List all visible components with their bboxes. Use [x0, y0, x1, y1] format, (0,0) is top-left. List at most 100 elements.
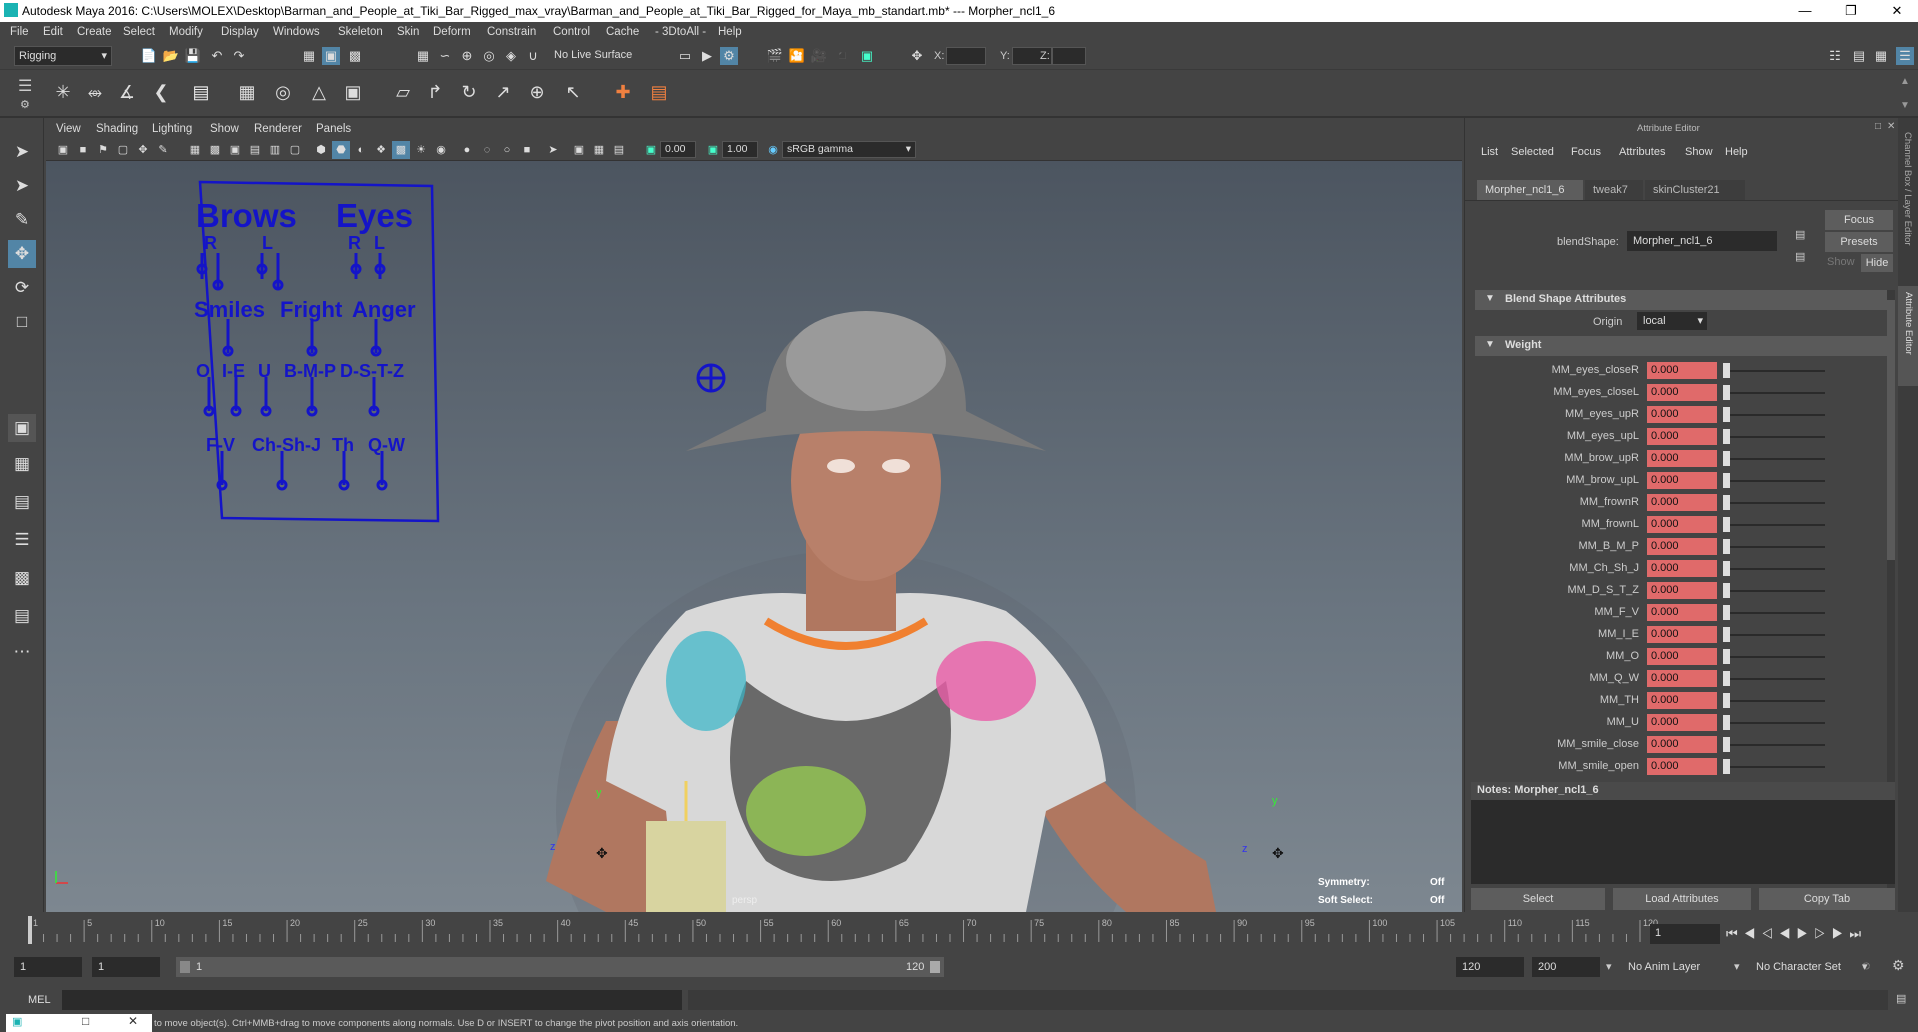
more-layouts-icon[interactable]: ⋯ [8, 638, 36, 666]
float-panel-icon[interactable]: □ [1875, 121, 1881, 132]
menu-file[interactable]: File [10, 26, 29, 38]
scale-tool-icon[interactable]: □ [8, 308, 36, 336]
current-frame-field[interactable]: 1 [1650, 924, 1720, 944]
grease-pencil-icon[interactable]: ✎ [154, 141, 172, 159]
menu-select[interactable]: Select [123, 26, 155, 38]
vp-menu-show[interactable]: Show [210, 123, 239, 135]
weight-slider-track[interactable] [1725, 546, 1825, 548]
render-settings-icon[interactable]: ⚙ [720, 47, 738, 65]
new-scene-icon[interactable]: 📄 [140, 47, 158, 65]
weight-slider-track[interactable] [1725, 524, 1825, 526]
menu-cache[interactable]: Cache [606, 26, 639, 38]
weight-value-field[interactable]: 0.000 [1647, 560, 1717, 577]
render-preview-icon[interactable]: ▣ [858, 47, 876, 65]
snap-curve-icon[interactable]: ∽ [436, 47, 454, 65]
exposure-field[interactable]: 0.00 [660, 141, 696, 158]
blend-shape-attributes-section[interactable]: ▼ Blend Shape Attributes [1475, 290, 1887, 310]
weight-value-field[interactable]: 0.000 [1647, 428, 1717, 445]
lattice-icon[interactable]: ◎ [270, 78, 296, 106]
weight-slider-handle[interactable] [1723, 407, 1730, 422]
bookmark-icon[interactable]: ⚑ [94, 141, 112, 159]
ae-menu-selected[interactable]: Selected [1511, 146, 1554, 158]
step-forward-key-icon[interactable]: ▶ [1832, 926, 1850, 941]
gamma-field[interactable]: 1.00 [722, 141, 758, 158]
presets-button[interactable]: Presets [1825, 232, 1893, 252]
tab-skincluster21[interactable]: skinCluster21 [1645, 180, 1745, 200]
resolution-gate-icon[interactable]: ▣ [226, 141, 244, 159]
orient-constraint-icon[interactable]: ↻ [456, 78, 482, 106]
vp-menu-shading[interactable]: Shading [96, 123, 138, 135]
use-all-lights-icon[interactable]: ☀ [412, 141, 430, 159]
rotate-tool-icon[interactable]: ⟳ [8, 274, 36, 302]
weight-value-field[interactable]: 0.000 [1647, 648, 1717, 665]
weight-slider-track[interactable] [1725, 502, 1825, 504]
menu-create[interactable]: Create [77, 26, 112, 38]
hypergraph-layout-icon[interactable]: ▩ [8, 564, 36, 592]
shadows-icon[interactable]: ◉ [432, 141, 450, 159]
render-layout-icon[interactable]: ▤ [8, 602, 36, 630]
tab-tweak7[interactable]: tweak7 [1585, 180, 1643, 200]
range-end-handle[interactable] [930, 961, 940, 973]
weight-slider-handle[interactable] [1723, 737, 1730, 752]
textured-icon[interactable]: ▩ [392, 141, 410, 159]
anim-start-field[interactable]: 1 [14, 957, 82, 977]
menu-help[interactable]: Help [718, 26, 742, 38]
isolate-select-icon[interactable]: ➤ [544, 141, 562, 159]
vp-menu-panels[interactable]: Panels [316, 123, 351, 135]
render-frame-icon[interactable]: 🎦 [788, 47, 806, 65]
bind-skin-icon[interactable]: ▤ [188, 78, 214, 106]
motion-blur-icon[interactable]: ◌ [478, 141, 496, 159]
pole-vector-icon[interactable]: ↖ [560, 78, 586, 106]
weight-slider-track[interactable] [1725, 370, 1825, 372]
weight-value-field[interactable]: 0.000 [1647, 384, 1717, 401]
weight-slider-handle[interactable] [1723, 495, 1730, 510]
construction-history-icon[interactable]: ▶ [698, 47, 716, 65]
safe-action-icon[interactable]: ▢ [286, 141, 304, 159]
vp-menu-renderer[interactable]: Renderer [254, 123, 302, 135]
input-ops-icon[interactable]: ▭ [676, 47, 694, 65]
wrap-deformer-icon[interactable]: △ [306, 78, 332, 106]
minimized-window[interactable]: ▣ □ ✕ [6, 1014, 152, 1032]
weight-value-field[interactable]: 0.000 [1647, 692, 1717, 709]
weight-value-field[interactable]: 0.000 [1647, 362, 1717, 379]
weight-slider-track[interactable] [1725, 744, 1825, 746]
step-forward-frame-icon[interactable]: ▷ [1814, 926, 1832, 941]
weight-value-field[interactable]: 0.000 [1647, 714, 1717, 731]
two-d-pan-icon[interactable]: ✥ [134, 141, 152, 159]
magnet-icon[interactable]: ∪ [524, 47, 542, 65]
close-panel-icon[interactable]: ✕ [1887, 121, 1895, 132]
origin-dropdown[interactable]: local ▾ [1637, 312, 1707, 330]
weight-slider-handle[interactable] [1723, 539, 1730, 554]
field-chart-icon[interactable]: ▥ [266, 141, 284, 159]
time-ruler[interactable]: 1 5 10 15 20 25 30 35 40 45 50 55 60 65 70 75 80 85 90 95 10… [20, 912, 1670, 948]
aim-constraint-icon[interactable]: ↱ [422, 78, 448, 106]
cluster-icon[interactable]: ▦ [234, 78, 260, 106]
playback-end-field[interactable]: 120 [1456, 957, 1524, 977]
load-output-icon[interactable]: ▤ [1795, 250, 1805, 263]
select-button[interactable]: Select [1471, 888, 1605, 910]
weight-slider-handle[interactable] [1723, 693, 1730, 708]
weight-slider-handle[interactable] [1723, 385, 1730, 400]
minimize-button[interactable]: — [1782, 0, 1828, 22]
scale-constraint-icon[interactable]: ↗ [490, 78, 516, 106]
snap-view-icon[interactable]: ◎ [480, 47, 498, 65]
weight-slider-handle[interactable] [1723, 429, 1730, 444]
weight-slider-handle[interactable] [1723, 561, 1730, 576]
point-constraint-icon[interactable]: ▱ [390, 78, 416, 106]
weight-value-field[interactable]: 0.000 [1647, 406, 1717, 423]
gate-mask-icon[interactable]: ▤ [246, 141, 264, 159]
chevron-down-icon[interactable]: ▾ [1734, 960, 1740, 973]
shelf-scroll-up-icon[interactable]: ▲ [1900, 76, 1910, 87]
weight-slider-handle[interactable] [1723, 671, 1730, 686]
snap-point-icon[interactable]: ⊕ [458, 47, 476, 65]
close-window-button[interactable]: ✕ [1874, 0, 1918, 22]
undo-icon[interactable]: ↶ [208, 47, 226, 65]
x-field[interactable] [946, 47, 986, 65]
weight-slider-track[interactable] [1725, 568, 1825, 570]
auto-key-icon[interactable]: ◌ [1862, 957, 1870, 973]
select-tool-icon[interactable]: ➤ [8, 138, 36, 166]
snap-surface-icon[interactable]: ◈ [502, 47, 520, 65]
snap-grid-icon[interactable]: ▦ [414, 47, 432, 65]
vp-menu-lighting[interactable]: Lighting [152, 123, 192, 135]
grid-toggle-icon[interactable]: ▦ [186, 141, 204, 159]
